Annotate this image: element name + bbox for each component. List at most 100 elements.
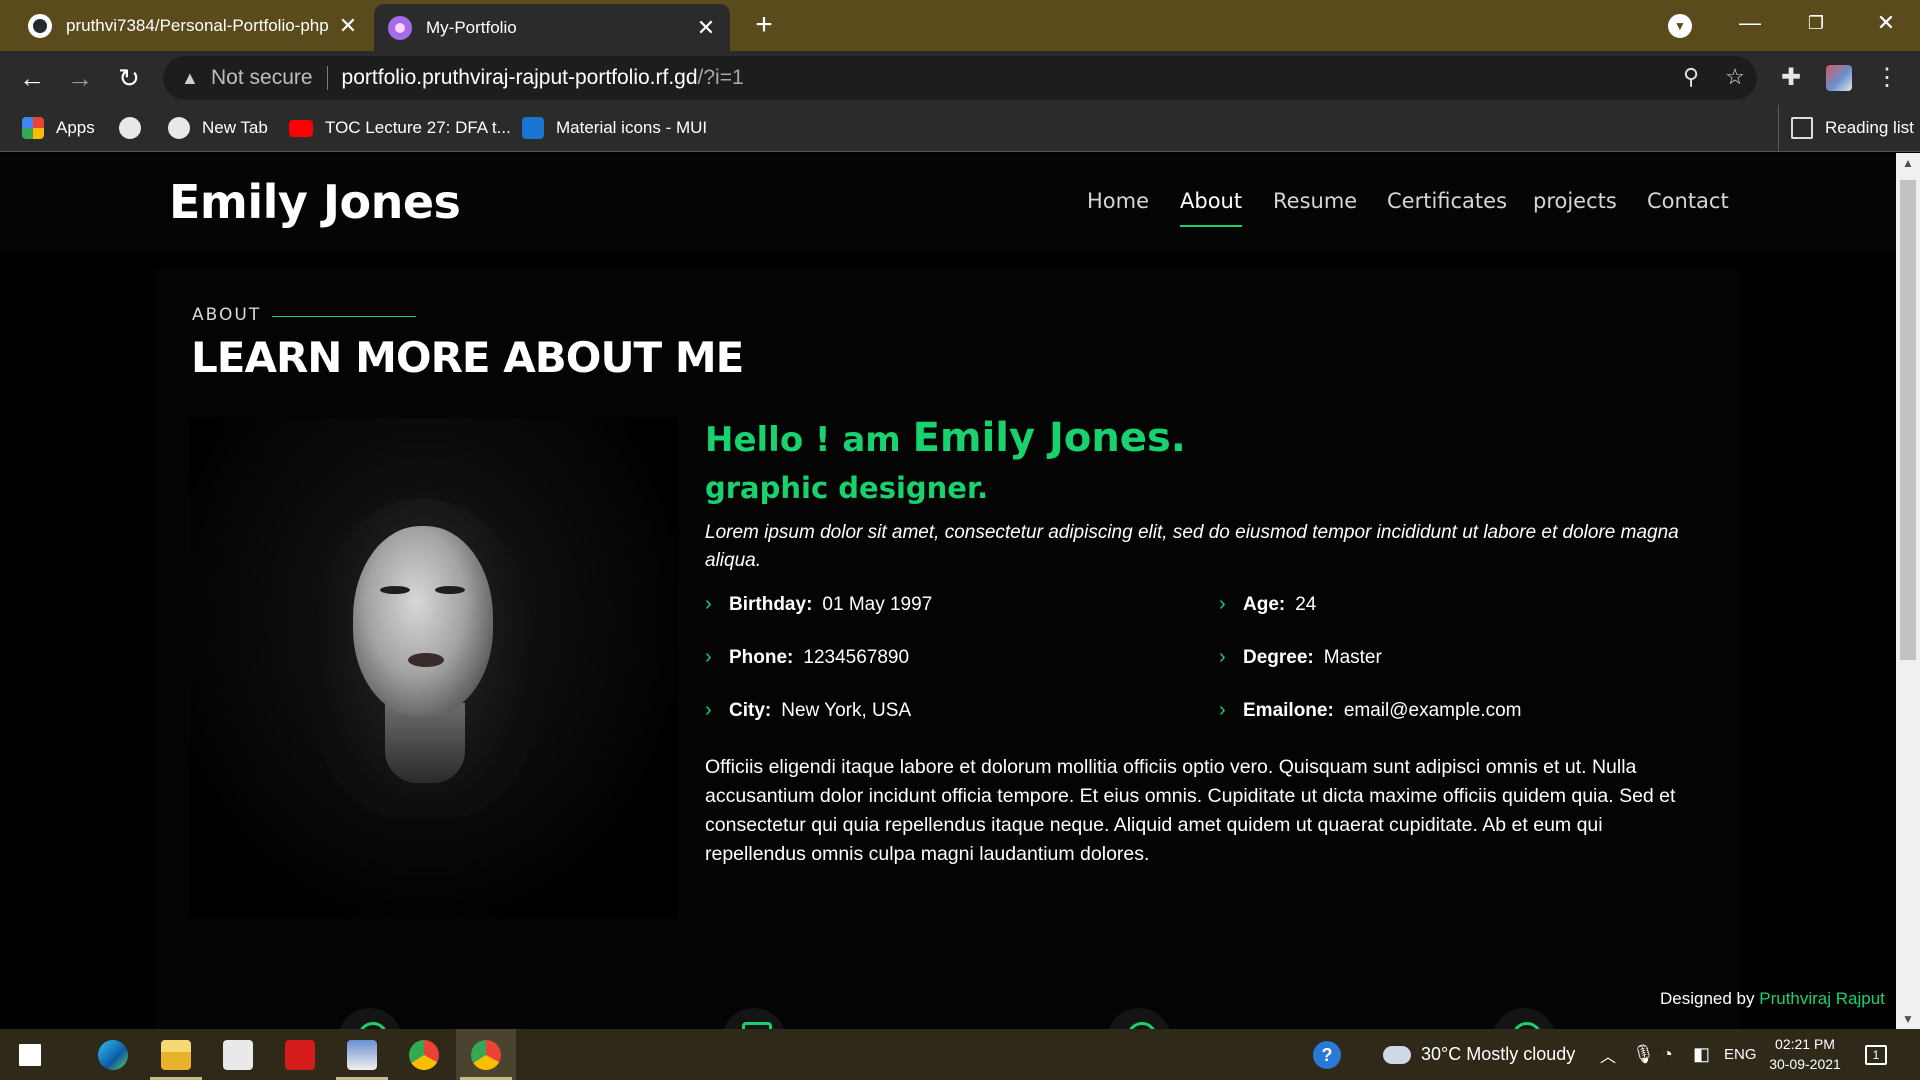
role-heading: graphic designer.: [705, 471, 989, 505]
language-indicator[interactable]: ENG: [1724, 1029, 1757, 1080]
reading-list-button[interactable]: Reading list: [1778, 105, 1914, 151]
url-host: portfolio.pruthviraj-rajput-portfolio.rf…: [341, 66, 698, 89]
chevron-right-icon: ›: [1219, 699, 1226, 721]
bookmarks-bar: Apps New Tab TOC Lecture 27: DFA t... Ma…: [0, 105, 1920, 152]
reload-icon[interactable]: ↻: [110, 59, 148, 97]
zoom-icon[interactable]: ⚲: [1675, 64, 1707, 92]
start-button[interactable]: [0, 1029, 60, 1080]
nav-projects[interactable]: projects: [1533, 189, 1617, 229]
detail-key: City:: [729, 699, 772, 721]
bookmark-apps[interactable]: Apps: [22, 105, 95, 151]
detail-value: 1234567890: [803, 646, 910, 668]
bio-paragraph: Officiis eligendi itaque labore et dolor…: [705, 756, 1676, 865]
nav-resume[interactable]: Resume: [1273, 189, 1357, 229]
notification-count: 1: [1865, 1044, 1887, 1065]
tab-my-portfolio[interactable]: My-Portfolio ✕: [374, 4, 730, 51]
credit-author-link[interactable]: Pruthviraj Rajput: [1759, 989, 1885, 1008]
browser-toolbar: ← → ↻ ▲ Not secure portfolio.pruthviraj-…: [0, 51, 1920, 105]
more-menu-icon[interactable]: ⋮: [1872, 63, 1902, 93]
help-icon[interactable]: ?: [1313, 1029, 1341, 1080]
detail-age: › Age: 24: [1219, 593, 1316, 616]
taskbar-photos[interactable]: [332, 1029, 392, 1080]
tab-github[interactable]: pruthvi7384/Personal-Portfolio-php ✕: [0, 0, 372, 51]
tab-title: pruthvi7384/Personal-Portfolio-php: [66, 15, 329, 35]
detail-city: › City: New York, USA: [705, 699, 911, 722]
profile-avatar[interactable]: [1826, 65, 1852, 91]
detail-value: New York, USA: [781, 699, 912, 721]
hello-prefix: Hello ! am: [705, 420, 913, 460]
restore-icon[interactable]: ❐: [1786, 8, 1846, 38]
clock-time: 02:21 PM: [1775, 1036, 1835, 1052]
scroll-down-arrow-icon[interactable]: ▼: [1896, 1009, 1920, 1029]
site-logo[interactable]: Emily Jones: [169, 175, 461, 229]
speaker-icon[interactable]: ◧: [1693, 1029, 1710, 1080]
chevron-right-icon: ›: [705, 699, 712, 721]
nav-home[interactable]: Home: [1087, 189, 1149, 229]
window-close-icon[interactable]: ✕: [1856, 8, 1916, 38]
notification-center-icon[interactable]: 1: [1865, 1029, 1887, 1080]
footer-credit: Designed by Pruthviraj Rajput: [1660, 989, 1885, 1009]
bookmark-globe[interactable]: [119, 105, 153, 151]
taskbar-store[interactable]: [208, 1029, 268, 1080]
chrome-icon: [409, 1039, 439, 1070]
page-scrollbar[interactable]: ▲ ▼: [1896, 153, 1920, 1029]
show-hidden-icons-chevron-icon[interactable]: ︿: [1600, 1029, 1616, 1080]
new-tab-button[interactable]: +: [748, 8, 780, 42]
detail-value: 24: [1295, 593, 1317, 615]
security-label[interactable]: Not secure: [211, 66, 313, 90]
tab-title: My-Portfolio: [426, 17, 517, 37]
mui-icon: [522, 117, 544, 139]
close-tab-icon[interactable]: ✕: [692, 15, 720, 41]
portrait-face: [353, 526, 493, 716]
edge-icon: [98, 1039, 128, 1070]
taskbar-acrobat[interactable]: [270, 1029, 330, 1080]
url-text[interactable]: portfolio.pruthviraj-rajput-portfolio.rf…: [342, 66, 744, 90]
detail-key: Birthday:: [729, 593, 813, 615]
forward-arrow-icon[interactable]: →: [61, 59, 99, 97]
extensions-puzzle-icon[interactable]: ✚: [1776, 63, 1806, 93]
portrait-eye: [380, 586, 410, 594]
taskbar-chrome-active[interactable]: [456, 1029, 516, 1080]
intro-text: Lorem ipsum dolor sit amet, consectetur …: [705, 522, 1679, 571]
bookmark-new-tab[interactable]: New Tab: [168, 105, 268, 151]
bookmark-label: Apps: [56, 118, 95, 137]
detail-value: email@example.com: [1343, 699, 1522, 721]
close-tab-icon[interactable]: ✕: [334, 13, 362, 39]
portfolio-favicon-icon: [388, 15, 412, 40]
weather-widget[interactable]: 30°C Mostly cloudy: [1383, 1029, 1575, 1080]
nav-about[interactable]: About: [1180, 189, 1243, 229]
detail-key: Age:: [1243, 593, 1286, 615]
cloud-icon: [1383, 1045, 1411, 1064]
detail-value: 01 May 1997: [822, 593, 933, 615]
image-editor-icon: [347, 1039, 377, 1070]
scroll-up-arrow-icon[interactable]: ▲: [1896, 153, 1920, 173]
section-label: ABOUT: [192, 305, 262, 325]
address-bar[interactable]: ▲ Not secure portfolio.pruthviraj-rajput…: [163, 56, 1757, 100]
chrome-profile-icon: [471, 1039, 501, 1070]
scroll-thumb[interactable]: [1900, 180, 1916, 660]
back-arrow-icon[interactable]: ←: [13, 59, 51, 97]
taskbar-edge[interactable]: [83, 1029, 143, 1080]
nav-contact[interactable]: Contact: [1647, 189, 1729, 229]
clock-date: 30-09-2021: [1769, 1056, 1841, 1072]
warning-icon[interactable]: ▲: [181, 68, 203, 89]
tab-search-icon[interactable]: ▼: [1668, 14, 1692, 38]
taskbar-file-explorer[interactable]: [146, 1029, 206, 1080]
microphone-icon[interactable]: 🎙: [1632, 1029, 1655, 1080]
nav-certificates[interactable]: Certificates: [1387, 189, 1507, 229]
minimize-icon[interactable]: —: [1720, 8, 1780, 38]
bookmark-label: New Tab: [202, 118, 268, 137]
system-clock[interactable]: 02:21 PM 30-09-2021: [1765, 1034, 1845, 1074]
chevron-right-icon: ›: [1219, 593, 1226, 615]
chevron-right-icon: ›: [705, 593, 712, 615]
youtube-icon: [289, 119, 313, 137]
taskbar-chrome[interactable]: [394, 1029, 454, 1080]
network-icon[interactable]: ◔: [1662, 1029, 1673, 1080]
bookmark-star-icon[interactable]: ☆: [1719, 64, 1751, 92]
detail-email: › Emailone: email@example.com: [1219, 699, 1522, 722]
apps-grid-icon: [22, 117, 44, 139]
bookmark-toc-lecture[interactable]: TOC Lecture 27: DFA t...: [289, 105, 511, 151]
bookmark-label: TOC Lecture 27: DFA t...: [325, 118, 511, 137]
bookmark-label: Material icons - MUI: [556, 118, 708, 137]
bookmark-material-icons[interactable]: Material icons - MUI: [522, 105, 707, 151]
